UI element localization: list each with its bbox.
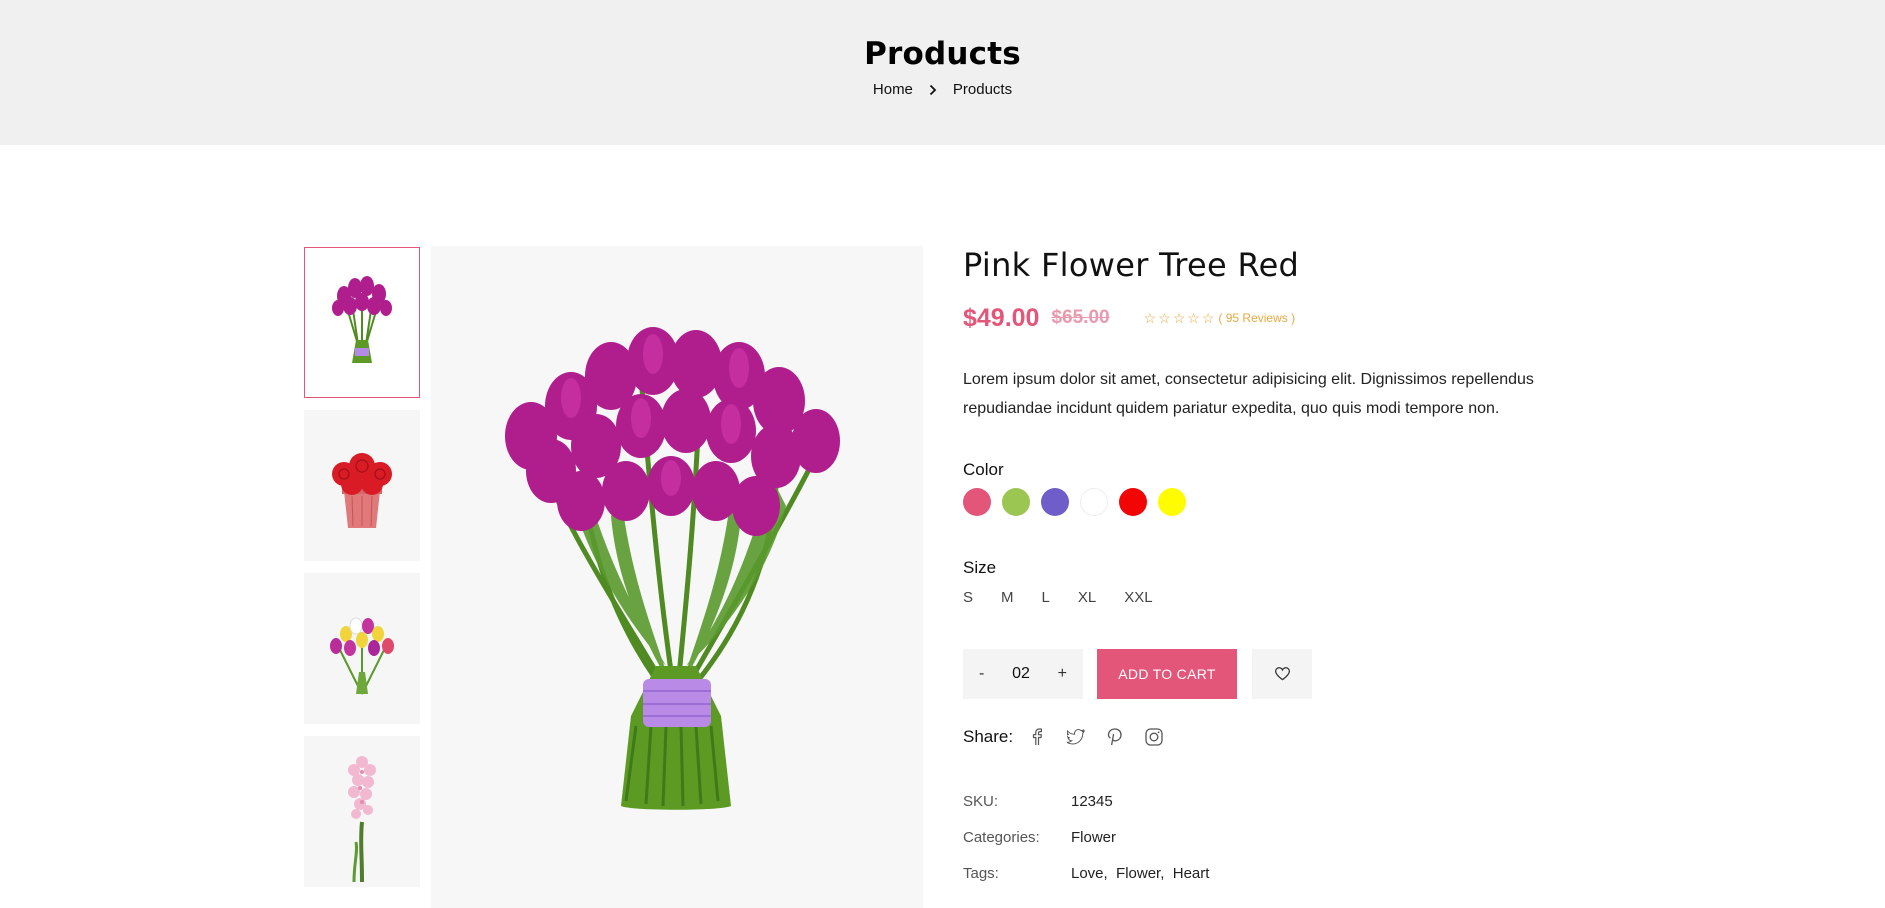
chevron-right-icon — [927, 84, 939, 96]
thumbnail-list — [304, 247, 420, 899]
quantity-increase-button[interactable]: + — [1058, 665, 1067, 683]
reviews-link[interactable]: ( 95 Reviews ) — [1218, 311, 1295, 325]
star-outline-icon: ☆ — [1187, 310, 1200, 326]
color-swatch-yellow[interactable] — [1158, 488, 1186, 516]
thumbnail-pink-hyacinth[interactable] — [304, 736, 420, 887]
pink-hyacinth-image — [348, 755, 376, 882]
tags-label: Tags: — [963, 864, 999, 882]
size-option-m[interactable]: M — [1001, 589, 1014, 606]
sku-value: 12345 — [1071, 792, 1113, 810]
product-description: Lorem ipsum dolor sit amet, consectetur … — [963, 371, 1534, 417]
product-info: Pink Flower Tree Red $49.00 $65.00 ☆ ☆ ☆… — [963, 246, 1583, 891]
mixed-tulip-image — [330, 617, 394, 694]
add-to-cart-button[interactable]: ADD TO CART — [1097, 649, 1237, 699]
size-option-xxl[interactable]: XXL — [1124, 589, 1152, 606]
product-title: Pink Flower Tree Red — [963, 246, 1300, 284]
purple-tulip-bouquet-image — [505, 327, 840, 810]
category-link[interactable]: Flower — [1071, 829, 1116, 846]
tags-list: Love, Flower, Heart — [1071, 864, 1210, 882]
thumbnail-purple-tulips[interactable] — [304, 247, 420, 398]
categories-row: Categories: Flower — [963, 819, 1583, 855]
color-swatch-purple[interactable] — [1041, 488, 1069, 516]
main-product-image — [431, 246, 923, 908]
page-header: Products Home Products — [0, 0, 1885, 145]
current-price: $49.00 — [963, 303, 1040, 332]
star-outline-icon: ☆ — [1143, 310, 1157, 326]
color-label: Color — [963, 460, 1004, 479]
thumbnail-mixed-tulips[interactable] — [304, 573, 420, 724]
color-swatch-green[interactable] — [1002, 488, 1030, 516]
breadcrumb-current: Products — [952, 81, 1013, 98]
rating: ☆ ☆ ☆ ☆ ☆ ( 95 Reviews ) — [1144, 311, 1296, 325]
star-outline-icon: ☆ — [1158, 310, 1171, 326]
heart-icon — [1274, 667, 1290, 681]
quantity-value[interactable]: 02 — [1012, 665, 1030, 683]
color-swatch-red[interactable] — [1119, 488, 1147, 516]
page-title: Products — [864, 36, 1021, 72]
tag-link[interactable]: Flower — [1116, 865, 1160, 882]
color-swatch-white[interactable] — [1080, 488, 1108, 516]
purchase-actions: - 02 + ADD TO CART — [963, 649, 1583, 699]
twitter-icon[interactable] — [1066, 727, 1086, 747]
breadcrumb-home-link[interactable]: Home — [873, 81, 913, 98]
size-label: Size — [963, 558, 997, 577]
quantity-decrease-button[interactable]: - — [979, 665, 984, 683]
size-option-xl[interactable]: XL — [1078, 589, 1096, 606]
star-outline-icon: ☆ — [1201, 310, 1215, 326]
purple-tulip-image — [332, 275, 392, 363]
tag-link[interactable]: Heart — [1173, 865, 1210, 882]
share-row: Share: — [963, 727, 1583, 747]
product-meta: SKU: 12345 Categories: Flower Tags: Love… — [963, 783, 1583, 891]
color-swatch-pink[interactable] — [963, 488, 991, 516]
tag-link[interactable]: Love — [1071, 865, 1104, 882]
breadcrumb: Home Products — [0, 81, 1885, 98]
tags-row: Tags: Love, Flower, Heart — [963, 855, 1583, 891]
share-label: Share: — [963, 727, 1014, 746]
size-option-s[interactable]: S — [963, 589, 973, 606]
categories-label: Categories: — [963, 828, 1040, 846]
wishlist-button[interactable] — [1252, 649, 1312, 699]
size-option-l[interactable]: L — [1042, 589, 1050, 606]
quantity-stepper: - 02 + — [963, 649, 1083, 699]
pinterest-icon[interactable] — [1105, 727, 1125, 747]
size-options: S M L XL XXL — [963, 589, 1583, 606]
price-row: $49.00 $65.00 ☆ ☆ ☆ ☆ ☆ ( 95 Reviews ) — [963, 304, 1583, 332]
star-outline-icon: ☆ — [1172, 310, 1186, 326]
instagram-icon[interactable] — [1144, 727, 1164, 747]
thumbnail-red-roses[interactable] — [304, 410, 420, 561]
red-roses-image — [332, 452, 392, 528]
old-price: $65.00 — [1051, 307, 1110, 328]
color-swatches — [963, 488, 1583, 516]
sku-row: SKU: 12345 — [963, 783, 1583, 819]
sku-label: SKU: — [963, 792, 999, 810]
facebook-icon[interactable] — [1027, 727, 1047, 747]
